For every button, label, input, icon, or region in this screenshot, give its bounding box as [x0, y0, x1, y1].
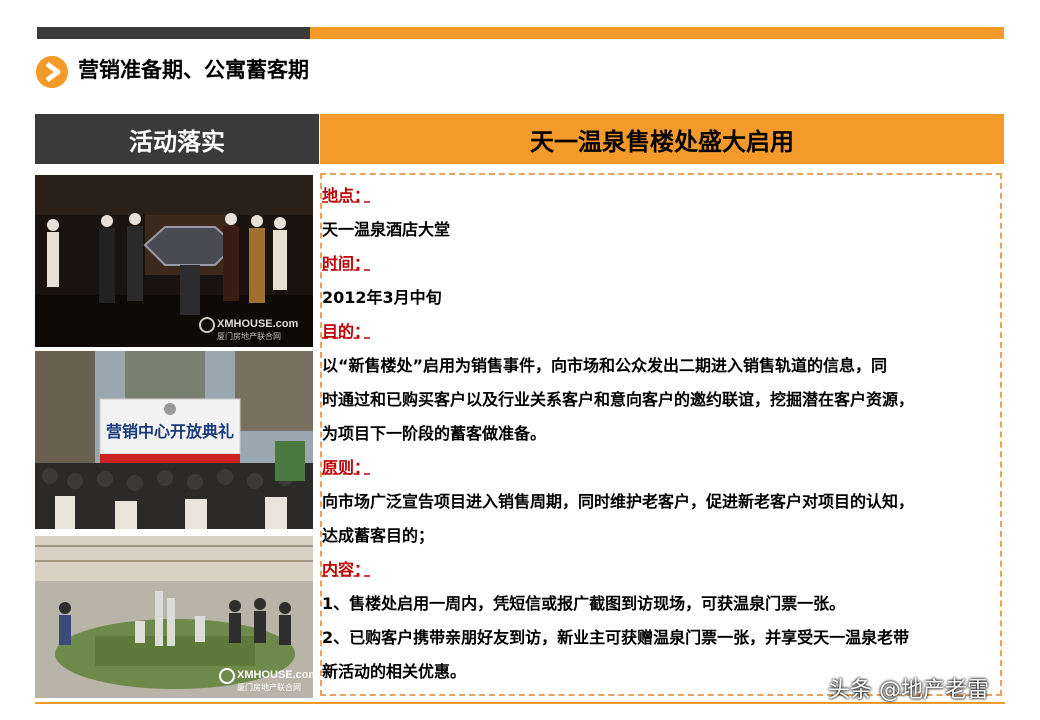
principle-line: 达成蓄客目的； — [322, 526, 435, 545]
header-right: 天一温泉售楼处盛大启用 — [320, 114, 1004, 164]
photo1-watermark-sub: 厦门房地产联合网 — [217, 331, 281, 341]
activity-detail-content: 地点： 天一温泉酒店大堂 时间： 2012年3月中旬 目的： 以“新售楼处”启用… — [322, 179, 1000, 689]
location-label: 地点： — [322, 186, 371, 205]
page-title: 营销准备期、公寓蓄客期 — [78, 58, 309, 82]
contents-line: 1、售楼处启用一周内，凭短信或报广截图到访现场，可获温泉门票一张。 — [322, 594, 846, 613]
time-label: 时间： — [322, 254, 371, 273]
purpose-line: 以“新售楼处”启用为销售事件，向市场和公众发出二期进入销售轨道的信息，同 — [322, 356, 888, 375]
header-left: 活动落实 — [35, 114, 319, 164]
top-bar-orange — [310, 27, 1004, 39]
photo3-watermark-sub: 厦门房地产联合网 — [237, 682, 301, 692]
principle-line: 向市场广泛宣告项目进入销售周期，同时维护老客户，促进新老客户对项目的认知， — [322, 492, 915, 511]
activity-detail-box: 地点： 天一温泉酒店大堂 时间： 2012年3月中旬 目的： 以“新售楼处”启用… — [320, 173, 1002, 696]
top-bar-dark — [37, 27, 310, 39]
ceremony-photo: XMHOUSE.com 厦门房地产联合网 — [35, 175, 313, 347]
photo3-watermark: XMHOUSE.com — [237, 669, 313, 681]
purpose-line: 时通过和已购买客户以及行业关系客户和意向客户的邀约联谊，挖掘潜在客户资源， — [322, 390, 915, 409]
photo1-watermark: XMHOUSE.com — [217, 318, 299, 330]
watermark: 头条 @地产老雷 — [828, 678, 989, 703]
sand-table-photo: XMHOUSE.com 厦门房地产联合网 — [35, 536, 313, 698]
photo2-banner: 营销中心开放典礼 — [106, 422, 234, 441]
contents-line: 2、已购客户携带亲朋好友到访，新业主可获赠温泉门票一张，并享受天一温泉老带 — [322, 628, 910, 647]
time-text: 2012年3月中旬 — [322, 288, 442, 307]
purpose-line: 为项目下一阶段的蓄客做准备。 — [322, 424, 547, 443]
principle-label: 原则： — [322, 458, 371, 477]
contents-label: 内容： — [322, 560, 371, 579]
opening-ceremony-photo: 营销中心开放典礼 — [35, 351, 313, 529]
play-arrow-icon — [36, 56, 68, 88]
purpose-label: 目的： — [322, 322, 371, 341]
location-text: 天一温泉酒店大堂 — [322, 220, 451, 239]
